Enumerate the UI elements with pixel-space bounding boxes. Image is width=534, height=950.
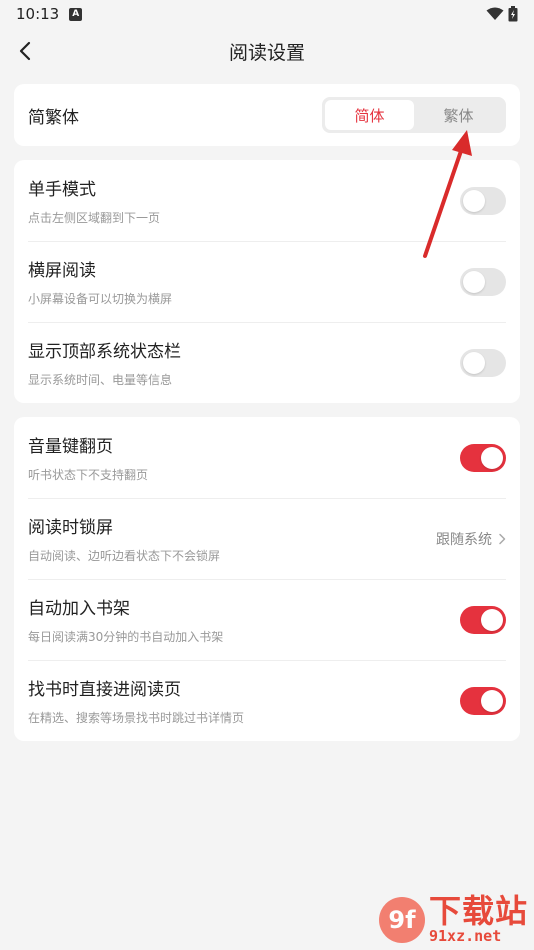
lock-screen-title: 阅读时锁屏 <box>28 518 113 538</box>
status-icons <box>486 6 518 22</box>
chevron-right-icon <box>499 533 506 544</box>
auto-add-bookshelf-subtitle: 每日阅读满30分钟的书自动加入书架 <box>28 630 224 644</box>
direct-reading-subtitle: 在精选、搜索等场景找书时跳过书详情页 <box>28 711 245 725</box>
notification-a-icon: A <box>69 7 83 21</box>
show-status-bar-toggle[interactable] <box>460 348 506 377</box>
landscape-reading-toggle[interactable] <box>460 267 506 296</box>
status-time: 10:13 <box>16 5 60 23</box>
back-button[interactable] <box>8 34 42 68</box>
chevron-left-icon <box>19 41 31 61</box>
watermark-logo: 9f <box>378 896 425 943</box>
watermark-text: 下载站 <box>428 892 528 930</box>
watermark: 9f 下载站 91xz.net <box>378 892 528 945</box>
lock-screen-row[interactable]: 阅读时锁屏 自动阅读、边听边看状态下不会锁屏 跟随系统 <box>14 498 520 579</box>
auto-add-bookshelf-toggle[interactable] <box>460 605 506 634</box>
show-status-bar-row: 显示顶部系统状态栏 显示系统时间、电量等信息 <box>14 322 520 403</box>
script-segmented-control: 简体 繁体 <box>322 97 506 133</box>
one-hand-mode-title: 单手模式 <box>28 180 96 200</box>
battery-icon <box>508 6 518 22</box>
lock-screen-value[interactable]: 跟随系统 <box>436 529 506 549</box>
script-setting-card: 简繁体 简体 繁体 <box>14 84 520 146</box>
simplified-option[interactable]: 简体 <box>325 100 414 130</box>
traditional-option[interactable]: 繁体 <box>414 100 503 130</box>
one-hand-mode-row: 单手模式 点击左侧区域翻到下一页 <box>14 160 520 241</box>
direct-reading-title: 找书时直接进阅读页 <box>28 680 181 700</box>
auto-add-bookshelf-row: 自动加入书架 每日阅读满30分钟的书自动加入书架 <box>14 579 520 660</box>
navbar: 阅读设置 <box>0 28 534 74</box>
wifi-icon <box>486 7 504 20</box>
settings-group-display: 单手模式 点击左侧区域翻到下一页 横屏阅读 小屏幕设备可以切换为横屏 显示顶部系… <box>14 160 520 403</box>
settings-group-behavior: 音量键翻页 听书状态下不支持翻页 阅读时锁屏 自动阅读、边听边看状态下不会锁屏 … <box>14 417 520 741</box>
lock-screen-value-text: 跟随系统 <box>436 531 492 548</box>
show-status-bar-subtitle: 显示系统时间、电量等信息 <box>28 373 173 387</box>
one-hand-mode-subtitle: 点击左侧区域翻到下一页 <box>28 211 161 225</box>
volume-key-page-title: 音量键翻页 <box>28 437 113 457</box>
lock-screen-subtitle: 自动阅读、边听边看状态下不会锁屏 <box>28 549 221 563</box>
status-bar: 10:13 A <box>0 0 534 28</box>
volume-key-page-subtitle: 听书状态下不支持翻页 <box>28 468 149 482</box>
direct-reading-row: 找书时直接进阅读页 在精选、搜索等场景找书时跳过书详情页 <box>14 660 520 741</box>
watermark-url: 91xz.net <box>428 927 502 945</box>
script-setting-label: 简繁体 <box>28 107 79 128</box>
volume-key-page-toggle[interactable] <box>460 443 506 472</box>
landscape-reading-row: 横屏阅读 小屏幕设备可以切换为横屏 <box>14 241 520 322</box>
auto-add-bookshelf-title: 自动加入书架 <box>28 599 130 619</box>
landscape-reading-subtitle: 小屏幕设备可以切换为横屏 <box>28 292 173 306</box>
landscape-reading-title: 横屏阅读 <box>28 261 96 281</box>
show-status-bar-title: 显示顶部系统状态栏 <box>28 342 181 362</box>
direct-reading-toggle[interactable] <box>460 686 506 715</box>
page-title: 阅读设置 <box>228 41 305 64</box>
volume-key-page-row: 音量键翻页 听书状态下不支持翻页 <box>14 417 520 498</box>
one-hand-mode-toggle[interactable] <box>460 186 506 215</box>
